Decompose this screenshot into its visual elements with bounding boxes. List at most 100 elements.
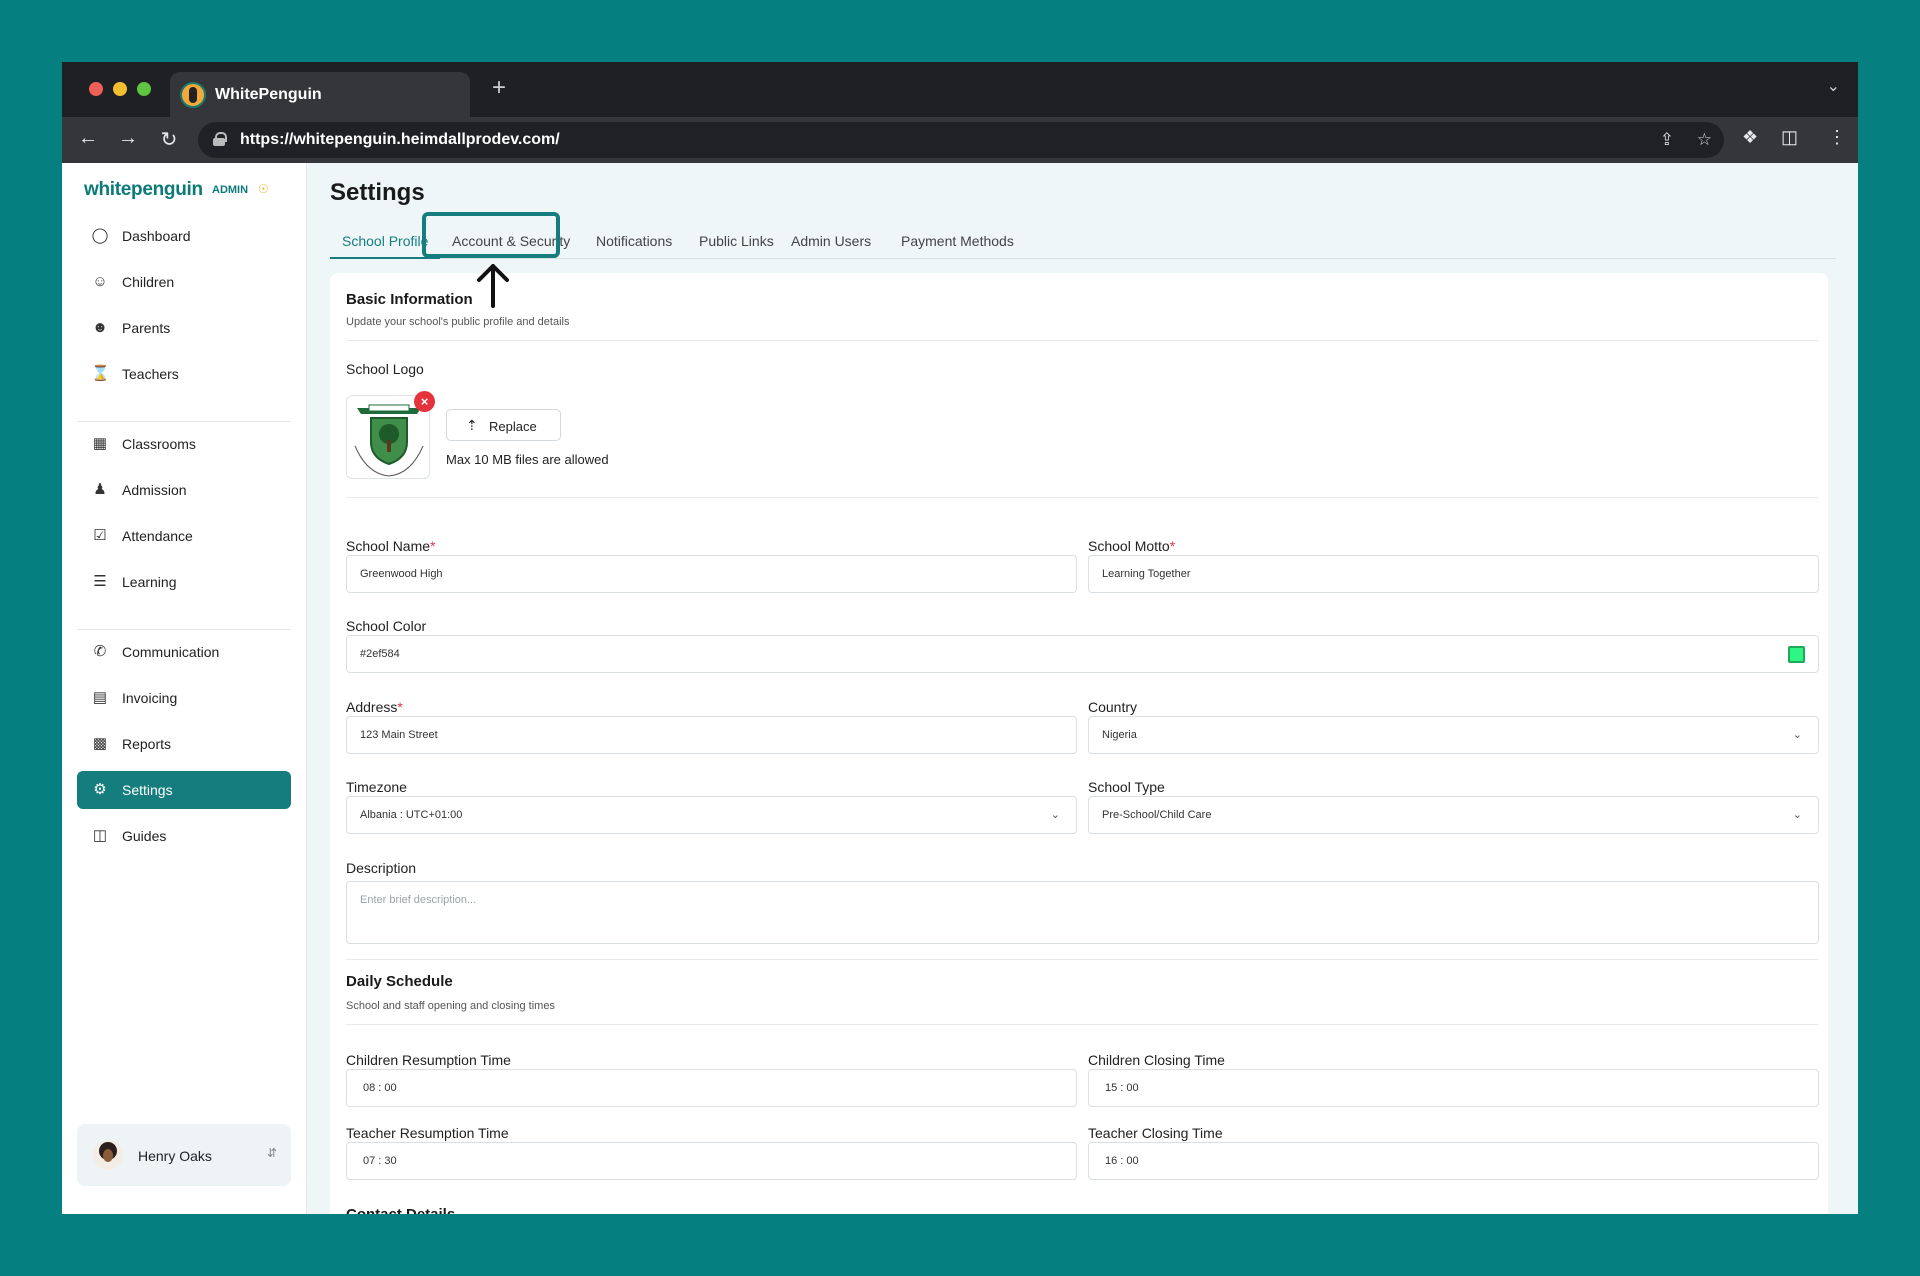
favicon-icon — [180, 82, 206, 108]
admin-tag: ADMIN — [212, 184, 249, 196]
max-file-size-note: Max 10 MB files are allowed — [446, 452, 609, 467]
chevron-down-icon: ⌄ — [1050, 809, 1060, 821]
school-motto-input[interactable]: Learning Together — [1088, 555, 1819, 593]
forward-arrow-icon[interactable]: → — [116, 127, 140, 150]
country-select[interactable]: Nigeria ⌄ — [1088, 716, 1819, 754]
address-value: 123 Main Street — [360, 729, 438, 741]
description-textarea[interactable]: Enter brief description... — [346, 881, 1819, 944]
more-options-icon[interactable]: ⋮ — [1828, 127, 1846, 148]
children-closing-input[interactable]: 15 : 00 — [1088, 1069, 1819, 1107]
browser-tab[interactable]: WhitePenguin — [170, 72, 470, 117]
sidebar-item-settings[interactable]: ⚙ Settings — [77, 771, 291, 809]
school-name-label: School Name* — [346, 538, 436, 554]
teacher-closing-input[interactable]: 16 : 00 — [1088, 1142, 1819, 1180]
user-menu[interactable]: Henry Oaks ⇵ — [77, 1124, 291, 1186]
extensions-puzzle-icon[interactable]: ❖ — [1742, 127, 1758, 148]
tab-search-chevron-icon[interactable]: ⌄ — [1827, 76, 1840, 96]
page-title: Settings — [330, 179, 425, 206]
lock-icon — [213, 132, 227, 146]
chevron-down-icon: ⌄ — [1792, 729, 1802, 741]
school-logo-label: School Logo — [346, 361, 424, 377]
browser-tab-title: WhitePenguin — [215, 86, 322, 103]
maximize-window-button[interactable] — [137, 82, 151, 96]
guides-icon: ◫ — [92, 827, 108, 844]
sidebar-item-label: Learning — [122, 574, 177, 590]
school-motto-value: Learning Together — [1102, 568, 1191, 580]
description-placeholder: Enter brief description... — [360, 894, 477, 906]
sidebar-item-label: Admission — [122, 482, 187, 498]
school-color-value: #2ef584 — [360, 648, 400, 660]
reload-icon[interactable]: ↻ — [157, 127, 181, 152]
sidebar-item-children[interactable]: ☺ Children — [77, 263, 291, 301]
address-bar[interactable]: https://whitepenguin.heimdallprodev.com/… — [198, 122, 1724, 158]
sidebar-item-label: Communication — [122, 644, 220, 660]
sidebar-item-admission[interactable]: ♟ Admission — [77, 471, 291, 509]
replace-logo-button[interactable]: ⇡ Replace — [446, 409, 561, 441]
timezone-value: Albania : UTC+01:00 — [360, 809, 463, 821]
tab-public-links[interactable]: Public Links — [699, 221, 774, 259]
learning-icon: ☰ — [93, 573, 107, 590]
sidebar-item-label: Guides — [122, 828, 167, 844]
section-divider — [346, 497, 1818, 498]
children-resumption-input[interactable]: 08 : 00 — [346, 1069, 1077, 1107]
sidebar-item-invoicing[interactable]: ▤ Invoicing — [77, 679, 291, 717]
sidebar-item-attendance[interactable]: ☑ Attendance — [77, 517, 291, 555]
side-panel-icon[interactable]: ◫ — [1781, 127, 1798, 148]
teacher-resumption-input[interactable]: 07 : 30 — [346, 1142, 1077, 1180]
admission-icon: ♟ — [93, 481, 107, 498]
teacher-closing-value: 16 : 00 — [1105, 1155, 1139, 1167]
sidebar: whitepenguin ADMIN ☉ ◯ Dashboard ☺ Child… — [62, 163, 307, 1214]
up-arrow-annotation-icon — [477, 264, 509, 308]
color-swatch[interactable] — [1788, 646, 1805, 663]
sidebar-item-parents[interactable]: ☻ Parents — [77, 309, 291, 347]
sidebar-item-label: Settings — [122, 782, 173, 798]
school-color-input[interactable]: #2ef584 — [346, 635, 1819, 673]
section-divider — [346, 959, 1818, 960]
dashboard-icon: ◯ — [91, 227, 109, 244]
school-type-label: School Type — [1088, 779, 1165, 795]
school-name-input[interactable]: Greenwood High — [346, 555, 1077, 593]
replace-label: Replace — [489, 419, 537, 434]
bookmark-star-icon[interactable]: ☆ — [1697, 130, 1712, 150]
tab-payment-methods[interactable]: Payment Methods — [901, 221, 1014, 259]
timezone-label: Timezone — [346, 779, 407, 795]
browser-toolbar: ← → ↻ https://whitepenguin.heimdallprode… — [62, 117, 1858, 163]
new-tab-button[interactable]: + — [492, 74, 506, 102]
address-input[interactable]: 123 Main Street — [346, 716, 1077, 754]
minimize-window-button[interactable] — [113, 82, 127, 96]
upload-icon: ⇡ — [466, 417, 478, 433]
back-arrow-icon[interactable]: ← — [76, 127, 100, 150]
browser-window: WhitePenguin + ⌄ ← → ↻ https://whitepeng… — [62, 62, 1858, 1214]
brand-logo[interactable]: whitepenguin — [84, 179, 203, 201]
sidebar-item-guides[interactable]: ◫ Guides — [77, 817, 291, 855]
basic-info-title: Basic Information — [346, 291, 473, 308]
share-icon[interactable]: ⇪ — [1660, 130, 1674, 150]
tab-notifications[interactable]: Notifications — [596, 221, 672, 259]
description-label: Description — [346, 860, 417, 876]
school-type-select[interactable]: Pre-School/Child Care ⌄ — [1088, 796, 1819, 834]
tab-admin-users[interactable]: Admin Users — [791, 221, 871, 259]
sidebar-item-communication[interactable]: ✆ Communication — [77, 633, 291, 671]
sidebar-divider — [77, 421, 291, 422]
school-motto-label: School Motto* — [1088, 538, 1176, 554]
sidebar-item-label: Children — [122, 274, 175, 290]
sidebar-item-dashboard[interactable]: ◯ Dashboard — [77, 217, 291, 255]
remove-logo-button[interactable]: × — [414, 391, 435, 412]
daily-schedule-title: Daily Schedule — [346, 973, 453, 990]
basic-info-subtitle: Update your school's public profile and … — [346, 316, 570, 328]
sidebar-item-teachers[interactable]: ⌛ Teachers — [77, 355, 291, 393]
admin-badge-icon: ☉ — [258, 182, 269, 196]
address-label: Address* — [346, 699, 403, 715]
sidebar-item-reports[interactable]: ▩ Reports — [77, 725, 291, 763]
close-window-button[interactable] — [89, 82, 103, 96]
sidebar-item-label: Parents — [122, 320, 171, 336]
children-closing-label: Children Closing Time — [1088, 1052, 1225, 1068]
school-profile-card: Basic Information Update your school's p… — [330, 273, 1828, 1214]
parents-icon: ☻ — [92, 319, 108, 336]
school-name-value: Greenwood High — [360, 568, 443, 580]
sidebar-item-learning[interactable]: ☰ Learning — [77, 563, 291, 601]
sidebar-item-classrooms[interactable]: ▦ Classrooms — [77, 425, 291, 463]
invoicing-icon: ▤ — [92, 689, 108, 706]
sidebar-item-label: Teachers — [122, 366, 179, 382]
timezone-select[interactable]: Albania : UTC+01:00 ⌄ — [346, 796, 1077, 834]
